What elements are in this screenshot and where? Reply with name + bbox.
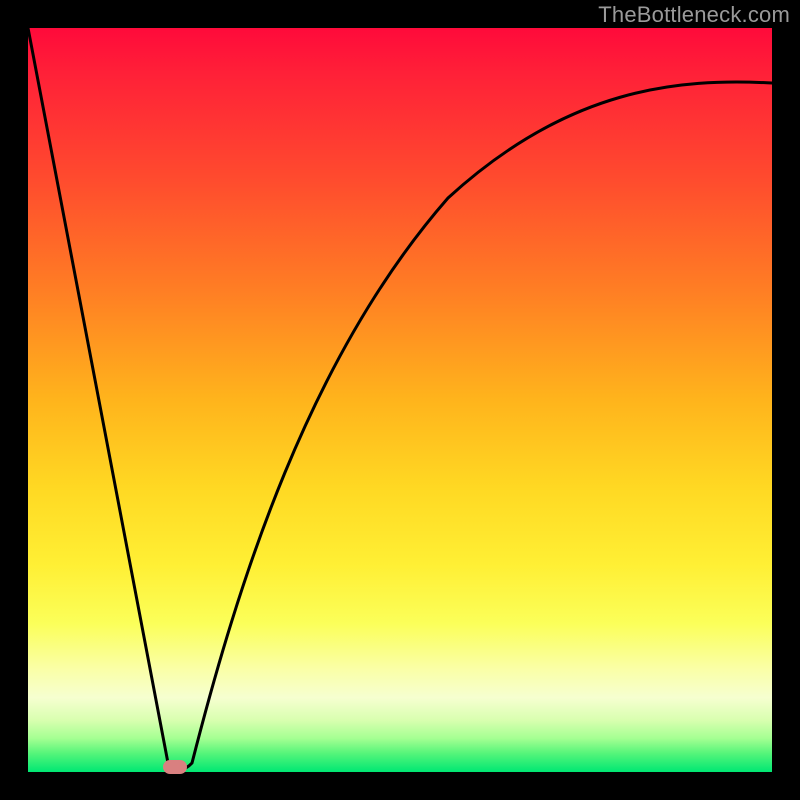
curve-svg (28, 28, 772, 772)
optimum-marker (163, 760, 187, 774)
chart-frame: TheBottleneck.com (0, 0, 800, 800)
bottleneck-curve (28, 28, 772, 770)
watermark-text: TheBottleneck.com (598, 2, 790, 28)
plot-area (28, 28, 772, 772)
